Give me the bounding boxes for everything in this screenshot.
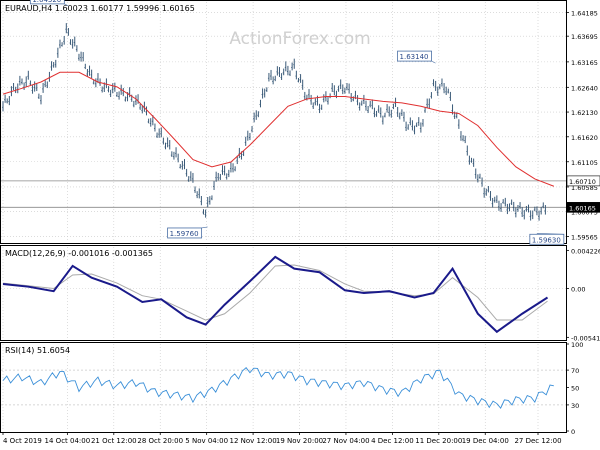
rsi-panel-title: RSI(14) 51.6054 bbox=[5, 346, 70, 355]
rsi-tick-label: 100 bbox=[571, 341, 583, 349]
rsi-panel-frame bbox=[0, 342, 567, 433]
price-annotation-label: 1.59630 bbox=[532, 236, 561, 244]
price-axis-label: 1.60710 bbox=[569, 178, 596, 186]
tick-layer: 4 Oct 2019 14 Oct 04:00 21 Oct 12:00 28 Oct… bbox=[2, 9, 600, 445]
chart-root: 4 Oct 2019 14 Oct 04:00 21 Oct 12:00 28 Oct… bbox=[0, 0, 600, 450]
rsi-line bbox=[2, 367, 554, 409]
series-layer bbox=[2, 23, 555, 409]
chart-canvas: 4 Oct 2019 14 Oct 04:00 21 Oct 12:00 28 Oct… bbox=[0, 0, 600, 445]
price-tick-label: 1.64185 bbox=[571, 9, 598, 17]
x-tick-label: 5 Nov 04:00 bbox=[185, 437, 228, 445]
price-tick-label: 1.61620 bbox=[571, 134, 598, 142]
x-tick-label: 4 Dec 12:00 bbox=[371, 437, 414, 445]
x-tick-label: 27 Nov 04:00 bbox=[322, 437, 369, 445]
rsi-tick-label: 50 bbox=[571, 385, 579, 393]
x-tick-label: 28 Oct 20:00 bbox=[137, 437, 183, 445]
price-axis-label: 1.60165 bbox=[569, 204, 596, 212]
price-annotation-label: 1.59760 bbox=[170, 230, 199, 238]
rsi-tick-label: 0 bbox=[571, 428, 575, 436]
x-tick-label: 14 Oct 04:00 bbox=[45, 437, 91, 445]
moving-average-line bbox=[2, 71, 555, 187]
level-layer bbox=[1, 180, 566, 208]
watermark: ActionForex.com bbox=[229, 29, 370, 49]
x-tick-label: 21 Oct 12:00 bbox=[91, 437, 137, 445]
x-tick-label: 19 Dec 04:00 bbox=[462, 437, 509, 445]
price-tick-label: 1.59565 bbox=[571, 233, 598, 241]
x-tick-label: 12 Nov 12:00 bbox=[229, 437, 276, 445]
x-tick-label: 4 Oct 2019 bbox=[3, 437, 42, 445]
price-annotation-label: 1.63140 bbox=[400, 53, 429, 61]
x-tick-label: 19 Nov 20:00 bbox=[276, 437, 323, 445]
x-tick-label: 27 Dec 12:00 bbox=[514, 437, 561, 445]
macd-main-line bbox=[2, 255, 549, 334]
price-tick-label: 1.63165 bbox=[571, 59, 598, 67]
price-tick-label: 1.62640 bbox=[571, 84, 598, 92]
macd-tick-label: 0.004226 bbox=[571, 247, 600, 255]
price-tick-label: 1.61105 bbox=[571, 159, 598, 167]
price-tick-label: 1.62130 bbox=[571, 109, 598, 117]
price-annotation-leader bbox=[431, 60, 436, 64]
rsi-tick-label: 70 bbox=[571, 367, 579, 375]
macd-panel-frame bbox=[0, 245, 567, 341]
macd-panel-title: MACD(12,26,9) -0.001016 -0.001365 bbox=[5, 249, 153, 258]
rsi-tick-label: 30 bbox=[571, 402, 579, 410]
x-tick-label: 11 Dec 20:00 bbox=[415, 437, 462, 445]
price-tick-label: 1.63695 bbox=[571, 33, 598, 41]
price-panel-title: EURAUD,H4 1.60023 1.60177 1.59996 1.6016… bbox=[5, 4, 195, 13]
macd-tick-label: 0.00 bbox=[571, 285, 585, 293]
